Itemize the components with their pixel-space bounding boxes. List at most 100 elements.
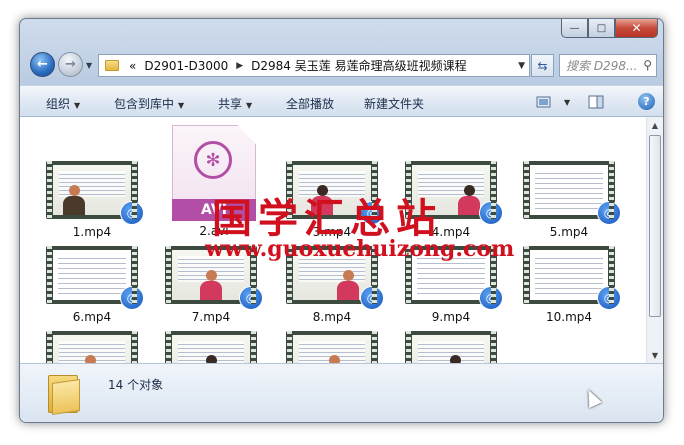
video-thumbnail: ◎ — [523, 161, 621, 225]
media-player-icon: ◎ — [597, 201, 621, 225]
back-button[interactable]: ← — [30, 52, 55, 77]
video-thumbnail — [286, 331, 378, 363]
help-button[interactable]: ? — [638, 93, 655, 110]
presenter-figure — [323, 355, 345, 363]
presenter-figure — [200, 355, 222, 363]
chevron-down-icon: ▼ — [178, 101, 185, 110]
breadcrumb-item[interactable]: D2901-D3000 — [140, 59, 232, 73]
video-thumbnail: ◎ — [286, 161, 384, 225]
film-reel-icon: ✻ — [194, 141, 232, 179]
file-item[interactable]: ◎ 4.mp4 — [401, 161, 503, 239]
file-type-label: AVI — [172, 199, 256, 221]
file-name: 10.mp4 — [545, 310, 593, 324]
folder-icon — [48, 373, 80, 415]
presenter-figure — [63, 185, 85, 215]
file-item[interactable]: ◎ 7.mp4 — [161, 246, 263, 324]
recent-pages-dropdown-icon[interactable]: ▼ — [86, 61, 92, 70]
command-bar: 组织 ▼ 包含到库中 ▼ 共享 ▼ 全部播放 新建文件夹 ▼ ? — [20, 85, 663, 117]
search-input[interactable]: 搜索 D298... ⚲ — [559, 54, 657, 77]
video-thumbnail: ◎ — [46, 161, 144, 225]
preview-pane-icon[interactable] — [588, 94, 604, 109]
video-thumbnail: ◎ — [523, 246, 621, 310]
item-count: 14 个对象 — [108, 378, 164, 392]
change-view-icon[interactable] — [536, 94, 552, 108]
file-list: ◎ 1.mp4 ✻ AVI 2.avi ◎ 3.mp4 ◎ 4.mp4 ◎ 5.… — [20, 117, 663, 363]
chevron-down-icon: ▼ — [74, 101, 81, 110]
presenter-figure — [337, 270, 359, 300]
include-in-library-label: 包含到库中 — [114, 97, 175, 111]
new-folder-button[interactable]: 新建文件夹 — [364, 95, 424, 112]
file-name: 9.mp4 — [431, 310, 471, 324]
presenter-figure — [311, 185, 333, 215]
forward-button[interactable]: → — [58, 52, 83, 77]
media-player-icon: ◎ — [479, 201, 503, 225]
file-item[interactable]: ◎ 5.mp4 — [519, 161, 621, 239]
presenter-figure — [200, 270, 222, 300]
file-item[interactable] — [282, 331, 382, 363]
caption-buttons: — □ ✕ — [561, 19, 658, 38]
vertical-scrollbar[interactable]: ▲ ▼ — [646, 117, 663, 363]
address-bar[interactable]: « D2901-D3000 ▶ D2984 吴玉莲 易莲命理高级班视频课程 ▼ — [98, 54, 530, 77]
address-dropdown-icon[interactable]: ▼ — [518, 61, 525, 71]
file-item[interactable] — [42, 331, 142, 363]
video-thumbnail — [165, 331, 257, 363]
media-player-icon: ◎ — [120, 286, 144, 310]
organize-label: 组织 — [46, 97, 71, 111]
file-name: 2.avi — [199, 224, 229, 238]
maximize-button[interactable]: □ — [588, 19, 615, 38]
video-thumbnail — [46, 331, 138, 363]
video-thumbnail: ◎ — [165, 246, 263, 310]
presenter-figure — [79, 355, 101, 363]
minimize-button[interactable]: — — [561, 19, 588, 38]
chevron-down-icon: ▼ — [564, 98, 571, 107]
close-button[interactable]: ✕ — [615, 19, 658, 38]
organize-menu[interactable]: 组织 ▼ — [46, 95, 80, 112]
file-name: 4.mp4 — [431, 225, 471, 239]
avi-file-icon: ✻ AVI — [172, 125, 256, 221]
file-item[interactable]: ◎ 1.mp4 — [42, 161, 144, 239]
include-in-library-menu[interactable]: 包含到库中 ▼ — [114, 95, 184, 112]
media-player-icon: ◎ — [479, 286, 503, 310]
media-player-icon: ◎ — [597, 286, 621, 310]
video-thumbnail: ◎ — [286, 246, 384, 310]
media-player-icon: ◎ — [360, 286, 384, 310]
file-name: 3.mp4 — [312, 225, 352, 239]
file-name: 5.mp4 — [549, 225, 589, 239]
chevron-down-icon: ▼ — [246, 101, 253, 110]
file-item[interactable]: ◎ 3.mp4 — [282, 161, 384, 239]
search-icon[interactable]: ⚲ — [643, 58, 652, 72]
explorer-window: — □ ✕ ← → ▼ « D2901-D3000 ▶ D2984 吴玉莲 易莲… — [19, 18, 664, 423]
breadcrumb-item-current[interactable]: D2984 吴玉莲 易莲命理高级班视频课程 — [247, 57, 470, 74]
video-thumbnail: ◎ — [46, 246, 144, 310]
scroll-thumb[interactable] — [649, 135, 661, 317]
file-item[interactable] — [161, 331, 261, 363]
breadcrumb-separator-icon[interactable]: ▶ — [232, 61, 247, 71]
file-item[interactable]: ◎ 6.mp4 — [42, 246, 144, 324]
file-item[interactable]: ◎ 10.mp4 — [519, 246, 621, 324]
media-player-icon: ◎ — [120, 201, 144, 225]
video-thumbnail: ◎ — [405, 246, 503, 310]
file-item[interactable]: ✻ AVI 2.avi — [164, 125, 264, 238]
details-pane: 14 个对象 — [20, 363, 663, 422]
share-menu[interactable]: 共享 ▼ — [218, 95, 252, 112]
file-item[interactable]: ◎ 9.mp4 — [401, 246, 503, 324]
file-name: 8.mp4 — [312, 310, 352, 324]
media-player-icon: ◎ — [239, 286, 263, 310]
video-thumbnail: ◎ — [405, 161, 503, 225]
breadcrumb-overflow[interactable]: « — [125, 59, 140, 73]
file-name: 1.mp4 — [72, 225, 112, 239]
folder-icon — [105, 60, 119, 71]
scroll-down-icon[interactable]: ▼ — [647, 347, 663, 363]
video-thumbnail — [405, 331, 497, 363]
presenter-figure — [444, 355, 466, 363]
file-item[interactable] — [401, 331, 501, 363]
file-name: 6.mp4 — [72, 310, 112, 324]
share-label: 共享 — [218, 97, 243, 111]
navigation-bar: ← → ▼ « D2901-D3000 ▶ D2984 吴玉莲 易莲命理高级班视… — [28, 51, 657, 79]
view-options-dropdown-icon[interactable]: ▼ — [560, 94, 570, 108]
media-player-icon: ◎ — [360, 201, 384, 225]
scroll-up-icon[interactable]: ▲ — [647, 117, 663, 133]
play-all-button[interactable]: 全部播放 — [286, 95, 334, 112]
file-item[interactable]: ◎ 8.mp4 — [282, 246, 384, 324]
refresh-button[interactable]: ⇆ — [531, 54, 554, 77]
